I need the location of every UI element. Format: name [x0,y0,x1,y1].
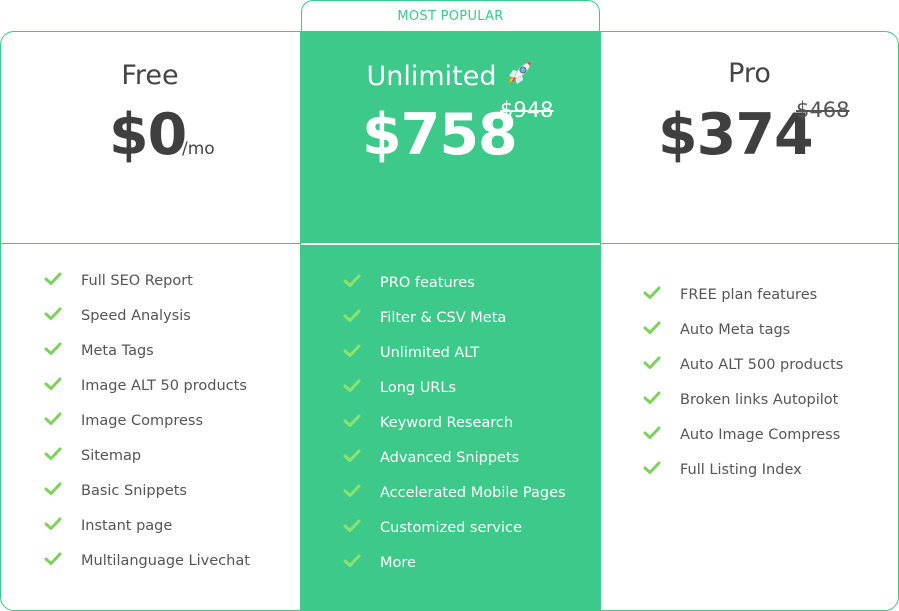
feature-label: Image ALT 50 products [81,378,247,394]
list-item: Accelerated Mobile Pages [343,484,566,520]
list-item: Unlimited ALT [343,344,566,380]
list-item: Customized service [343,519,566,555]
feature-label: Multilanguage Livechat [81,553,250,569]
unlimited-plan-old-price: $948 [500,98,554,122]
feature-label: Basic Snippets [81,483,187,499]
pro-plan-title: Pro [728,58,771,89]
rocket-icon [508,61,532,84]
list-item: Basic Snippets [44,482,250,518]
feature-label: Speed Analysis [81,308,191,324]
check-icon [343,274,361,287]
unlimited-feature-list: PRO features Filter & CSV Meta Unlimited… [343,274,566,590]
check-icon [343,449,361,462]
check-icon [343,344,361,357]
check-icon [343,309,361,322]
feature-label: Full SEO Report [81,273,193,289]
check-icon [343,414,361,427]
check-icon [44,517,62,530]
feature-label: Auto Meta tags [680,322,791,338]
pro-plan-old-price: $468 [796,98,850,122]
free-header-divider [0,243,301,244]
list-item: Advanced Snippets [343,449,566,485]
pro-feature-list: FREE plan features Auto Meta tags Auto A… [643,286,844,497]
list-item: Speed Analysis [44,307,250,343]
check-icon [643,461,661,474]
feature-label: Auto ALT 500 products [680,357,844,373]
check-icon [44,307,62,320]
pro-plan-price: $374 [658,102,814,168]
check-icon [343,484,361,497]
unlimited-plan-name: Unlimited [366,61,497,92]
list-item: Filter & CSV Meta [343,309,566,345]
feature-label: Unlimited ALT [380,345,480,361]
list-item: Auto ALT 500 products [643,356,844,392]
unlimited-plan-price: $758 [362,102,518,168]
check-icon [44,552,62,565]
list-item: FREE plan features [643,286,843,322]
pro-header-divider [600,243,899,244]
feature-label: Sitemap [81,448,142,464]
feature-label: Customized service [380,520,522,536]
check-icon [44,342,62,355]
check-icon [643,391,661,404]
list-item: Image ALT 50 products [44,377,250,413]
free-plan-period: /mo [182,139,215,159]
free-plan-price: $0 [109,102,187,168]
check-icon [343,519,361,532]
list-item: Broken links Autopilot [643,391,843,427]
feature-label: FREE plan features [680,287,818,303]
feature-label: Accelerated Mobile Pages [380,485,566,501]
feature-label: Filter & CSV Meta [380,310,507,326]
list-item: More [343,554,566,590]
feature-label: Meta Tags [81,343,154,359]
check-icon [44,272,62,285]
feature-label: Image Compress [81,413,204,429]
list-item: Multilanguage Livechat [44,552,250,588]
check-icon [343,379,361,392]
free-feature-list: Full SEO Report Speed Analysis Meta Tags… [44,272,250,588]
list-item: Sitemap [44,447,250,483]
list-item: Full Listing Index [643,461,843,497]
feature-label: Auto Image Compress [680,427,841,443]
free-plan-title: Free [121,60,179,91]
check-icon [643,321,661,334]
unlimited-plan-title: Unlimited [301,58,600,92]
check-icon [44,412,62,425]
feature-label: Advanced Snippets [380,450,520,466]
feature-label: Broken links Autopilot [680,392,839,408]
unlimited-header-divider [301,243,600,245]
feature-label: More [380,555,416,571]
check-icon [44,447,62,460]
list-item: Meta Tags [44,342,250,378]
check-icon [643,356,661,369]
list-item: Keyword Research [343,414,566,450]
list-item: Auto Image Compress [643,426,843,462]
feature-label: Instant page [81,518,173,534]
list-item: Instant page [44,517,250,553]
check-icon [343,554,361,567]
feature-label: Long URLs [380,380,457,396]
list-item: PRO features [343,274,566,310]
check-icon [44,482,62,495]
check-icon [643,426,661,439]
list-item: Long URLs [343,379,566,415]
list-item: Auto Meta tags [643,321,843,357]
list-item: Image Compress [44,412,250,448]
feature-label: PRO features [380,275,475,291]
column-divider-right [600,31,601,611]
feature-label: Keyword Research [380,415,514,431]
check-icon [44,377,62,390]
list-item: Full SEO Report [44,272,250,308]
check-icon [643,286,661,299]
feature-label: Full Listing Index [680,462,802,478]
